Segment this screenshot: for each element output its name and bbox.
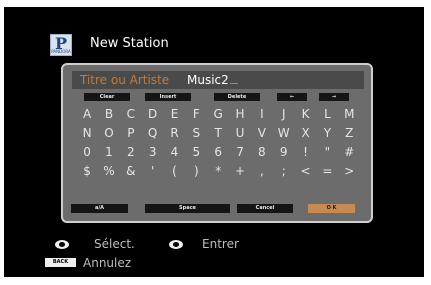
input-value: Music2 <box>187 72 238 88</box>
key[interactable]: S <box>186 124 206 143</box>
input-label: Titre ou Artiste <box>80 73 170 87</box>
insert-button[interactable]: Insert <box>145 93 191 101</box>
logo-caption: PANDORA <box>51 49 71 54</box>
key[interactable]: F <box>186 105 206 124</box>
case-toggle-button[interactable]: a/A <box>71 204 128 213</box>
character-grid: A B C D E F G H I J K L M N O P Q R S T … <box>77 105 361 181</box>
cursor-right-button[interactable]: → <box>319 93 349 101</box>
key[interactable]: G <box>208 105 228 124</box>
key[interactable]: T <box>208 124 228 143</box>
key[interactable]: ; <box>274 162 294 181</box>
ok-button[interactable]: O K <box>308 204 355 213</box>
pandora-logo: P PANDORA <box>50 34 72 56</box>
cancel-hint: Annulez <box>83 256 132 270</box>
enter-button-icon <box>55 240 69 249</box>
key[interactable]: X <box>295 124 315 143</box>
clear-button[interactable]: Clear <box>84 93 130 101</box>
select-hint: Sélect. <box>94 237 135 251</box>
key[interactable]: & <box>121 162 141 181</box>
keyboard-panel: Titre ou Artiste Music2 Clear Insert Del… <box>61 63 373 223</box>
key[interactable]: W <box>274 124 294 143</box>
key[interactable]: 7 <box>230 143 250 162</box>
key-row-3: 0 1 2 3 4 5 6 7 8 9 ! " # <box>77 143 361 162</box>
key[interactable]: 5 <box>186 143 206 162</box>
key[interactable]: A <box>77 105 97 124</box>
key[interactable]: ) <box>186 162 206 181</box>
key[interactable]: ( <box>164 162 184 181</box>
key[interactable]: 9 <box>274 143 294 162</box>
key[interactable]: # <box>339 143 359 162</box>
text-input-row[interactable]: Titre ou Artiste Music2 <box>72 71 364 89</box>
page-title: New Station <box>90 36 169 51</box>
key[interactable]: < <box>295 162 315 181</box>
key[interactable]: L <box>317 105 337 124</box>
key[interactable]: 6 <box>208 143 228 162</box>
key-row-1: A B C D E F G H I J K L M <box>77 105 361 124</box>
input-text: Music2 <box>187 73 229 87</box>
key[interactable]: 1 <box>99 143 119 162</box>
delete-button[interactable]: Delete <box>214 93 260 101</box>
key[interactable]: C <box>121 105 141 124</box>
key[interactable]: Y <box>317 124 337 143</box>
key[interactable]: 3 <box>143 143 163 162</box>
key[interactable]: D <box>143 105 163 124</box>
back-key-icon: BACK <box>45 258 76 267</box>
enter-hint: Entrer <box>202 237 239 251</box>
key[interactable]: Z <box>339 124 359 143</box>
tv-screen: P PANDORA New Station Titre ou Artiste M… <box>4 7 424 277</box>
space-button[interactable]: Space <box>145 204 230 213</box>
key[interactable]: J <box>274 105 294 124</box>
cancel-button[interactable]: Cancel <box>237 204 293 213</box>
key[interactable]: R <box>164 124 184 143</box>
key[interactable]: B <box>99 105 119 124</box>
key-row-2: N O P Q R S T U V W X Y Z <box>77 124 361 143</box>
key[interactable]: P <box>121 124 141 143</box>
key[interactable]: O <box>99 124 119 143</box>
key[interactable]: H <box>230 105 250 124</box>
key[interactable]: M <box>339 105 359 124</box>
key[interactable]: V <box>252 124 272 143</box>
key[interactable]: * <box>208 162 228 181</box>
text-cursor <box>229 83 238 84</box>
key[interactable]: " <box>317 143 337 162</box>
key[interactable]: 4 <box>164 143 184 162</box>
key[interactable]: $ <box>77 162 97 181</box>
key[interactable]: 2 <box>121 143 141 162</box>
key[interactable]: K <box>295 105 315 124</box>
key[interactable]: , <box>252 162 272 181</box>
key[interactable]: 8 <box>252 143 272 162</box>
key[interactable]: N <box>77 124 97 143</box>
key[interactable]: + <box>230 162 250 181</box>
key[interactable]: Q <box>143 124 163 143</box>
cursor-left-button[interactable]: ← <box>277 93 307 101</box>
key[interactable]: > <box>339 162 359 181</box>
key[interactable]: E <box>164 105 184 124</box>
key[interactable]: = <box>317 162 337 181</box>
enter-button-icon <box>169 240 183 249</box>
key[interactable]: U <box>230 124 250 143</box>
key[interactable]: ' <box>143 162 163 181</box>
key[interactable]: ! <box>295 143 315 162</box>
key-row-4: $ % & ' ( ) * + , ; < = > <box>77 162 361 181</box>
key[interactable]: % <box>99 162 119 181</box>
key[interactable]: 0 <box>77 143 97 162</box>
key[interactable]: I <box>252 105 272 124</box>
